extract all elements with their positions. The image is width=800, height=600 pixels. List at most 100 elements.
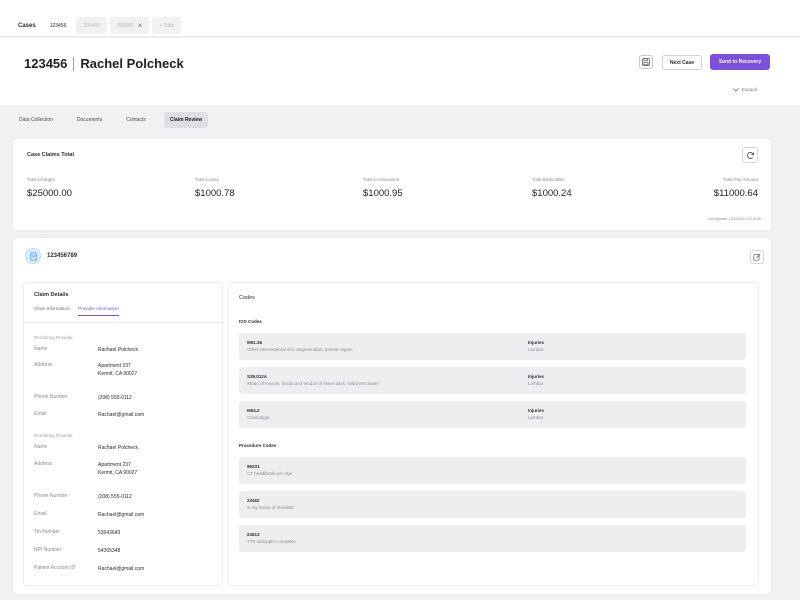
field-value: Apartment 237 Kermit, CA 90027 bbox=[98, 362, 137, 378]
claim-id-row: 123456789 bbox=[25, 248, 77, 264]
field-label: Email bbox=[34, 511, 47, 517]
code-type: Injuries bbox=[528, 340, 545, 345]
address-line-2: Kermit, CA 90027 bbox=[98, 470, 138, 476]
code-type: Injuries bbox=[528, 408, 545, 413]
field-value: Rachael@gmail.com bbox=[98, 512, 145, 518]
chevron-down-icon bbox=[733, 87, 739, 92]
field-label: Name bbox=[34, 444, 48, 450]
case-tab-123456[interactable]: 123456 bbox=[42, 17, 74, 34]
code-type: Injuries bbox=[528, 374, 545, 379]
code: 99231 bbox=[247, 464, 260, 469]
tab-claim-review[interactable]: Claim Review bbox=[163, 112, 209, 128]
edit-button[interactable] bbox=[750, 250, 764, 264]
field-label: Name bbox=[34, 346, 48, 352]
provider-name-row: Name Rachael Polcheck bbox=[34, 444, 138, 452]
save-button[interactable] bbox=[639, 55, 653, 69]
tab-contacts[interactable]: Contacts bbox=[120, 112, 152, 128]
expand-label: Expand bbox=[742, 87, 758, 92]
case-tab-225465[interactable]: 225465 bbox=[76, 17, 108, 34]
icd-code-item[interactable]: S39.012A Strain of muscle, fascia and te… bbox=[239, 367, 746, 394]
total-copay: Total Copay $1000.78 bbox=[195, 177, 235, 199]
case-tab-label: 123456 bbox=[49, 22, 67, 29]
field-label: Address bbox=[34, 362, 53, 368]
total-pay-amount: Total Pay Amount $11000.64 bbox=[714, 177, 758, 199]
field-label: Phone Number bbox=[34, 493, 68, 499]
code-description: Cervicalgia bbox=[247, 415, 270, 420]
total-value: $25000.00 bbox=[27, 188, 72, 199]
refresh-icon bbox=[746, 151, 754, 159]
section-label: Rendering Provider bbox=[34, 433, 73, 438]
provider-address-row: Address Apartment 237 Kermit, CA 90027 bbox=[34, 461, 137, 477]
details-subtabs: Claim Information Provider Information bbox=[34, 306, 119, 316]
field-value: (208) 555-0112 bbox=[98, 395, 132, 401]
procedure-code-item[interactable]: 23462 X-ray Exam of shoulder bbox=[239, 491, 746, 518]
total-label: Total Pay Amount bbox=[722, 177, 758, 182]
field-value: 54365348 bbox=[98, 548, 121, 554]
claim-badge-icon bbox=[25, 248, 41, 264]
total-deductible: Total Deductible $1000.24 bbox=[532, 177, 572, 199]
tin-number-row: Tin Number 53643643 bbox=[34, 529, 120, 537]
code-area: Lumbar bbox=[528, 347, 544, 352]
divider bbox=[24, 322, 224, 323]
total-value: $1000.95 bbox=[363, 188, 403, 199]
provider-phone-row: Phone Number (208) 555-0112 bbox=[34, 394, 132, 402]
code-description: Other intervertebral disc degeneration, … bbox=[247, 347, 353, 352]
field-value: Rachael Polcheck bbox=[98, 347, 139, 353]
case-tabs: Cases 123456 225465 990000 × + Tabs bbox=[14, 17, 182, 34]
tab-data-collection[interactable]: Data Collection bbox=[13, 112, 59, 128]
code: 23462 bbox=[247, 498, 260, 503]
next-case-button[interactable]: Next Case bbox=[662, 55, 702, 70]
tab-documents[interactable]: Documents bbox=[71, 112, 108, 128]
claim-id: 123456789 bbox=[47, 253, 78, 259]
icd-code-item[interactable]: M51.36 Other intervertebral disc degener… bbox=[239, 333, 746, 360]
field-label: NPI Number bbox=[34, 547, 62, 553]
top-tab-bar: Cases 123456 225465 990000 × + Tabs bbox=[0, 0, 800, 37]
patient-account-row: Patient Account ID Rachael@gmail.com bbox=[34, 565, 144, 573]
app-root: Cases 123456 225465 990000 × + Tabs 1234… bbox=[0, 0, 800, 600]
code-description: Strain of muscle, fascia and tendon of l… bbox=[247, 381, 380, 386]
new-tab-button[interactable]: + Tabs bbox=[152, 17, 182, 34]
refresh-button[interactable] bbox=[742, 147, 758, 163]
tab-claim-information[interactable]: Claim Information bbox=[34, 306, 69, 316]
field-value: (208) 555-0112 bbox=[98, 494, 132, 500]
npi-number-row: NPI Number 54365348 bbox=[34, 547, 120, 555]
send-to-recovery-button[interactable]: Send to Recovery bbox=[710, 54, 770, 70]
total-charges: Total Charges $25000.00 bbox=[27, 177, 72, 199]
code-description: CT head/brain w/o dye bbox=[247, 471, 293, 476]
card-title: Case Claims Total bbox=[27, 152, 74, 158]
edit-icon bbox=[753, 253, 761, 261]
title-divider bbox=[73, 56, 75, 71]
code-description: TTE w/doppler complete bbox=[247, 539, 296, 544]
expand-toggle[interactable]: Expand bbox=[733, 87, 757, 92]
page-title: 123456 Rachel Polcheck bbox=[24, 56, 184, 71]
claim-details-panel: Claim Details Claim Information Provider… bbox=[23, 282, 224, 586]
code: S39.012A bbox=[247, 374, 268, 379]
total-value: $11000.64 bbox=[713, 188, 758, 199]
case-id: 123456 bbox=[24, 56, 68, 71]
address-line-2: Kermit, CA 90027 bbox=[98, 371, 138, 377]
total-coinsurance: Total Coinsurance $1000.95 bbox=[363, 177, 403, 199]
case-header: 123456 Rachel Polcheck Next Case Send to… bbox=[0, 38, 800, 105]
provider-email-row: Email Rachael@gmail.com bbox=[34, 411, 144, 419]
field-value: 53643643 bbox=[98, 530, 121, 536]
tab-provider-information[interactable]: Provider Information bbox=[78, 306, 119, 316]
field-label: Phone Number bbox=[34, 394, 68, 400]
cases-label[interactable]: Cases bbox=[14, 19, 40, 33]
code-area: Lumbar bbox=[528, 381, 544, 386]
procedure-code-item[interactable]: 24513 TTE w/doppler complete bbox=[239, 525, 746, 552]
field-value: Rachael@gmail.com bbox=[98, 566, 145, 572]
procedure-code-item[interactable]: 99231 CT head/brain w/o dye bbox=[239, 457, 746, 484]
code: M54.2 bbox=[247, 408, 260, 413]
provider-email-row: Email Rachael@gmail.com bbox=[34, 511, 144, 519]
close-icon[interactable]: × bbox=[138, 21, 143, 30]
codes-panel: Codes ICD Codes M51.36 Other interverteb… bbox=[228, 282, 759, 586]
section-tabs: Data Collection Documents Contacts Claim… bbox=[0, 105, 800, 135]
icd-code-item[interactable]: M54.2 Cervicalgia Injuries Lumbar bbox=[239, 401, 746, 428]
panel-title: Claim Details bbox=[34, 292, 69, 298]
case-tab-990000[interactable]: 990000 × bbox=[110, 17, 150, 34]
field-value: Rachael Polcheck bbox=[98, 445, 139, 451]
section-label: Rendering Provider bbox=[34, 335, 73, 340]
procedure-codes-title: Procedure Codes bbox=[239, 443, 277, 448]
last-update-timestamp: Last Update: 12/24/2023 10:15:35 bbox=[708, 217, 761, 221]
field-label: Email bbox=[34, 411, 47, 417]
